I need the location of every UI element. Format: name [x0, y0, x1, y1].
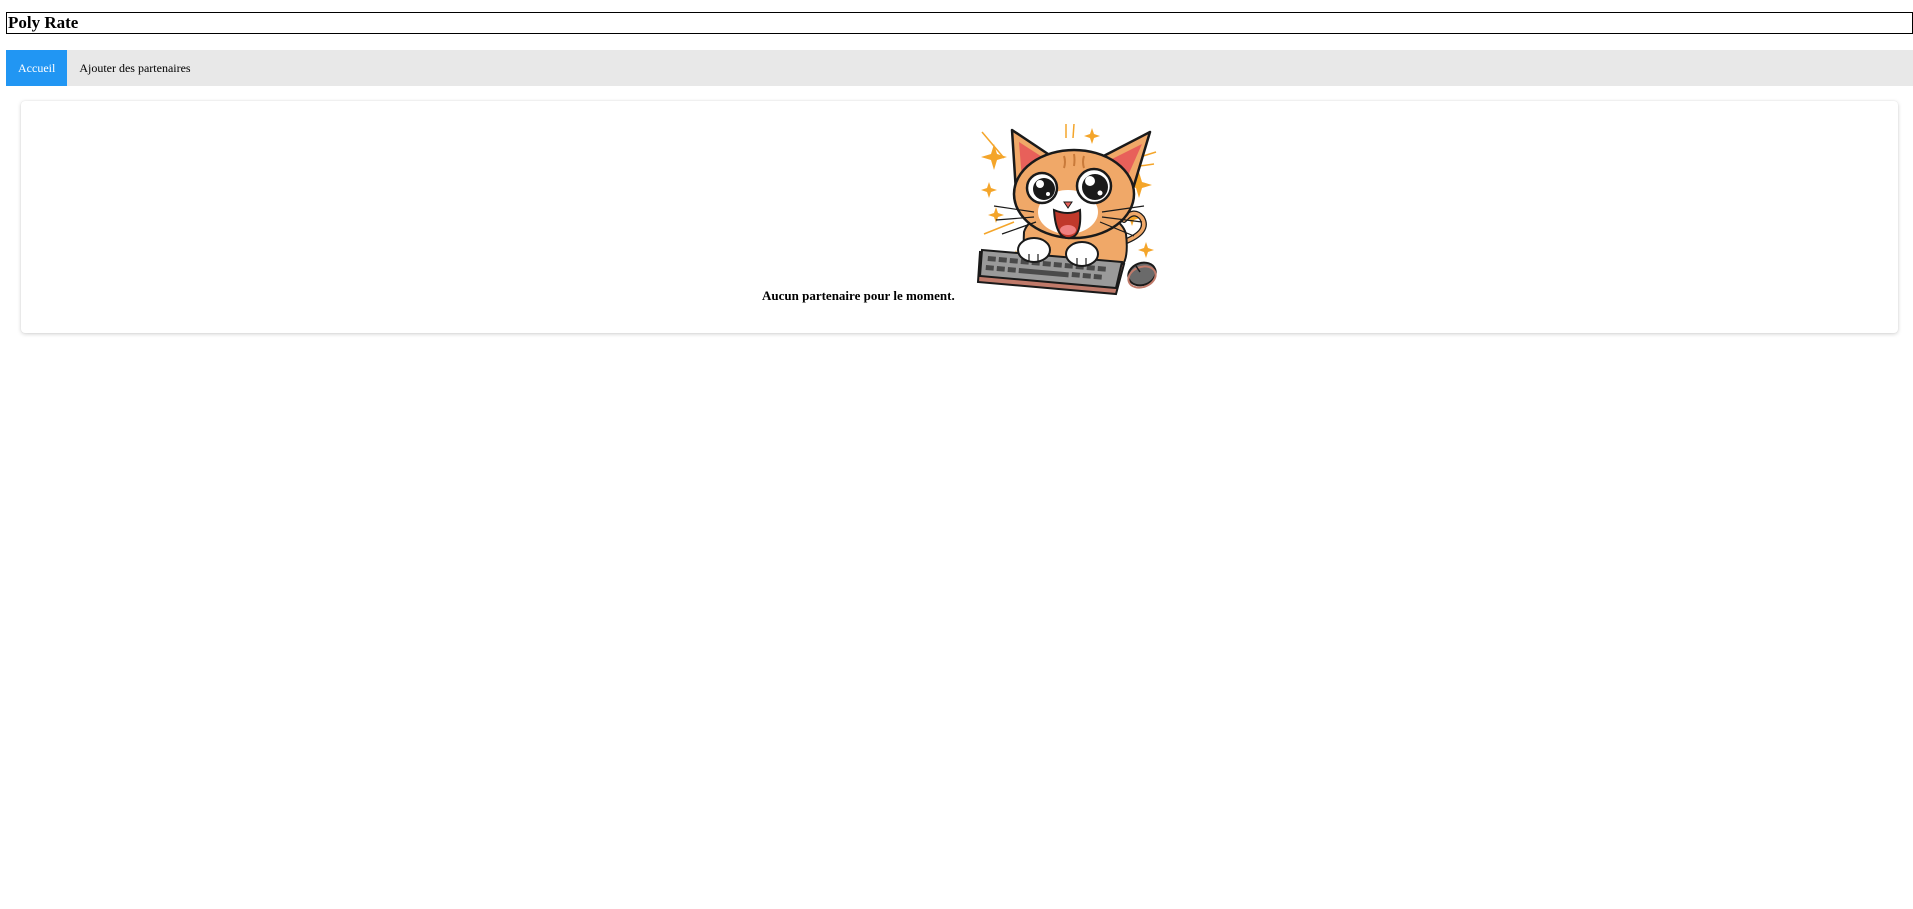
nav-bar: Accueil Ajouter des partenaires: [6, 50, 1913, 86]
partners-panel: [21, 101, 1898, 333]
computer-mouse-icon: [1127, 261, 1157, 289]
nav-item-ajouter-partenaires[interactable]: Ajouter des partenaires: [67, 50, 202, 86]
page: Poly Rate Accueil Ajouter des partenaire…: [0, 0, 1913, 909]
empty-state-message: Aucun partenaire pour le moment.: [762, 288, 955, 303]
cat-keyboard-illustration: [976, 123, 1157, 296]
app-title: Poly Rate: [6, 12, 1913, 34]
nav-item-accueil[interactable]: Accueil: [6, 50, 68, 86]
